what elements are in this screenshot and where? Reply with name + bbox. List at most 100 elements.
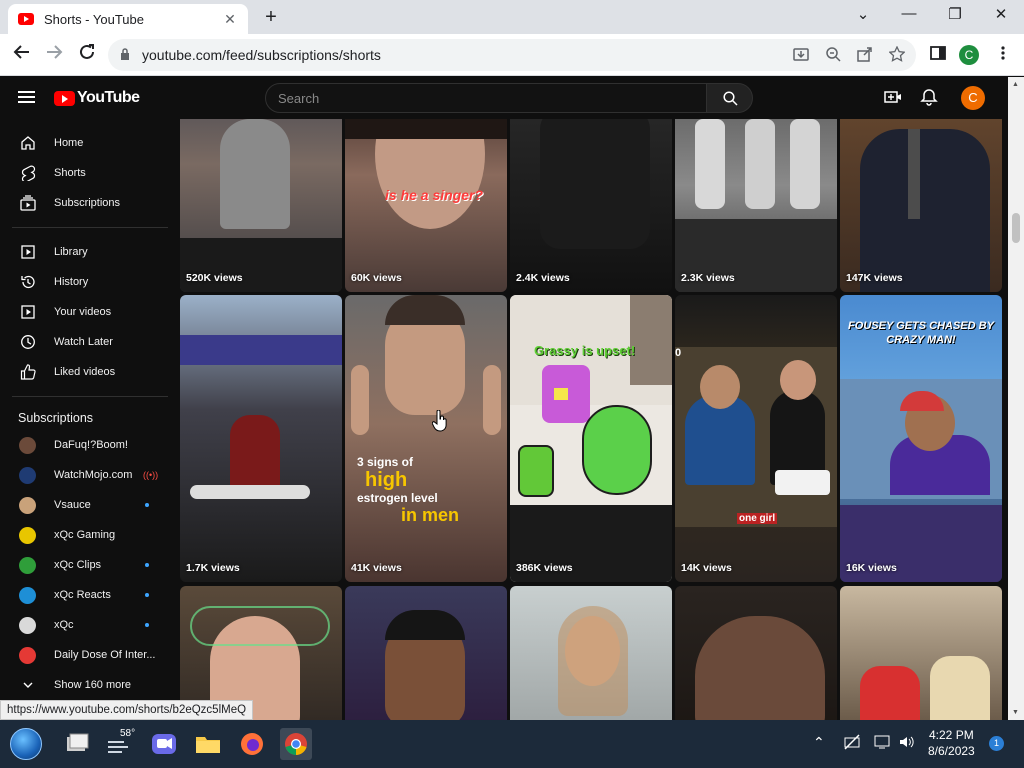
short-card[interactable]: 0 one girl 14K views	[675, 295, 837, 582]
zoom-out-icon[interactable]	[824, 46, 842, 64]
sidebar-subscription-xqc[interactable]: xQc	[0, 610, 170, 640]
short-card[interactable]: Grassy is upset! 386K views	[510, 295, 672, 582]
short-card[interactable]: FOUSEY GETS CHASED BY CRAZY MAN! 16K vie…	[840, 295, 1002, 582]
reload-icon[interactable]	[75, 43, 99, 66]
search-box[interactable]	[265, 83, 707, 113]
short-overlay-text: Grassy is upset!	[534, 343, 636, 358]
scroll-up-arrow-icon[interactable]: ▲	[1012, 81, 1019, 88]
taskbar-chrome-icon[interactable]	[280, 728, 312, 760]
youtube-page: YouTube C Home Shorts Subscriptions	[0, 77, 1024, 720]
tray-display-icon[interactable]	[873, 734, 891, 753]
notification-count-badge[interactable]: 1	[989, 736, 1004, 751]
short-card[interactable]: 520K views	[180, 119, 342, 292]
taskbar-window-switcher-icon[interactable]	[61, 728, 93, 760]
tab-search-chevron-icon[interactable]: ⌄	[851, 5, 875, 23]
tray-network-off-icon[interactable]	[843, 734, 861, 753]
forward-arrow-icon[interactable]	[42, 43, 66, 66]
short-card[interactable]: 3 signs of high estrogen level in men 41…	[345, 295, 507, 582]
back-arrow-icon[interactable]	[10, 43, 34, 66]
restore-button[interactable]: ❐	[943, 5, 967, 23]
search-icon	[723, 91, 738, 106]
install-app-icon[interactable]	[792, 46, 810, 64]
youtube-logo[interactable]: YouTube	[54, 89, 140, 107]
short-side-label: 0	[675, 347, 682, 359]
profile-avatar[interactable]: C	[959, 45, 979, 65]
tab-close-icon[interactable]: ✕	[222, 11, 238, 28]
sidebar-subscription-xqc-clips[interactable]: xQc Clips	[0, 550, 170, 580]
notifications-bell-icon[interactable]	[920, 88, 940, 108]
new-content-dot-icon	[145, 623, 149, 627]
channel-name: WatchMojo.com	[54, 469, 133, 481]
short-card[interactable]	[675, 586, 837, 720]
link-status-bubble: https://www.youtube.com/shorts/b2eQzc5lM…	[0, 700, 254, 720]
short-card[interactable]	[840, 586, 1002, 720]
search-input[interactable]	[266, 84, 706, 112]
sidebar-item-library[interactable]: Library	[0, 237, 170, 267]
sidebar-item-your-videos[interactable]: Your videos	[0, 297, 170, 327]
new-content-dot-icon	[145, 593, 149, 597]
scrollbar-thumb[interactable]	[1012, 213, 1020, 243]
sidebar-subscription-xqc-reacts[interactable]: xQc Reacts	[0, 580, 170, 610]
sidebar-item-label: Your videos	[54, 306, 112, 318]
tray-volume-icon[interactable]	[898, 734, 916, 753]
your-videos-icon	[21, 305, 35, 319]
new-content-dot-icon	[145, 563, 149, 567]
lock-icon	[121, 48, 129, 60]
close-window-button[interactable]: ✕	[989, 5, 1013, 23]
page-scrollbar[interactable]: ▲ ▼	[1008, 77, 1024, 720]
sidebar-subscription-daily-dose[interactable]: Daily Dose Of Inter...	[0, 640, 170, 670]
taskbar-clock[interactable]: 4:22 PM 8/6/2023	[928, 727, 975, 759]
hamburger-menu-icon[interactable]	[18, 91, 35, 104]
taskbar-zoom-app-icon[interactable]	[148, 728, 180, 760]
create-video-icon[interactable]	[884, 88, 904, 108]
short-card[interactable]	[345, 586, 507, 720]
sidebar-subscription-vsauce[interactable]: Vsauce	[0, 490, 170, 520]
menu-kebab-icon[interactable]	[993, 45, 1013, 65]
clock-time: 4:22 PM	[929, 728, 974, 742]
clock-date: 8/6/2023	[928, 744, 975, 758]
taskbar-file-explorer-icon[interactable]	[192, 728, 224, 760]
short-view-count: 16K views	[846, 562, 897, 574]
account-avatar[interactable]: C	[961, 86, 985, 110]
sidebar-item-watch-later[interactable]: Watch Later	[0, 327, 170, 357]
watch-later-icon	[21, 335, 35, 349]
sidebar-subscription-watchmojo[interactable]: WatchMojo.com ((•))	[0, 460, 170, 490]
short-card[interactable]: 2.3K views	[675, 119, 837, 292]
bookmark-star-icon[interactable]	[888, 45, 906, 64]
short-card[interactable]: 2.4K views	[510, 119, 672, 292]
sidebar-item-label: Shorts	[54, 167, 86, 179]
minimize-button[interactable]: —	[897, 5, 921, 22]
sidebar-item-history[interactable]: History	[0, 267, 170, 297]
search-button[interactable]	[706, 83, 753, 113]
sidebar-item-label: Subscriptions	[54, 197, 121, 209]
overlay-line: 3 signs of	[357, 455, 414, 469]
address-bar[interactable]: youtube.com/feed/subscriptions/shorts	[108, 39, 916, 71]
share-icon[interactable]	[856, 46, 874, 64]
short-view-count: 41K views	[351, 562, 402, 574]
show-more-button[interactable]: Show 160 more	[0, 670, 170, 700]
short-overlay-text: one girl	[737, 513, 778, 524]
sidebar-item-home[interactable]: Home	[0, 128, 170, 158]
sidebar-subscription-dafuqboom[interactable]: DaFuq!?Boom!	[0, 430, 170, 460]
tray-overflow-chevron-icon[interactable]: ⌃	[813, 734, 825, 751]
sidebar-subscription-xqc-gaming[interactable]: xQc Gaming	[0, 520, 170, 550]
short-view-count: 147K views	[846, 272, 903, 284]
start-button[interactable]	[10, 728, 42, 760]
sidebar-item-label: Liked videos	[54, 366, 116, 378]
new-content-dot-icon	[145, 503, 149, 507]
sidebar-item-shorts[interactable]: Shorts	[0, 158, 170, 188]
short-card[interactable]: 1.7K views	[180, 295, 342, 582]
youtube-logo-text: YouTube	[77, 89, 140, 106]
new-tab-button[interactable]: +	[260, 6, 282, 29]
side-panel-icon[interactable]	[928, 45, 948, 65]
scroll-down-arrow-icon[interactable]: ▼	[1012, 709, 1019, 716]
short-card[interactable]: is he a singer? 60K views	[345, 119, 507, 292]
sidebar-item-subscriptions[interactable]: Subscriptions	[0, 188, 170, 218]
short-card[interactable]	[510, 586, 672, 720]
channel-avatar	[19, 556, 36, 574]
short-card[interactable]: 147K views	[840, 119, 1002, 292]
browser-tab-active[interactable]: Shorts - YouTube ✕	[8, 4, 248, 34]
channel-name: DaFuq!?Boom!	[54, 439, 128, 451]
sidebar-item-liked-videos[interactable]: Liked videos	[0, 357, 170, 387]
taskbar-firefox-icon[interactable]	[236, 728, 268, 760]
